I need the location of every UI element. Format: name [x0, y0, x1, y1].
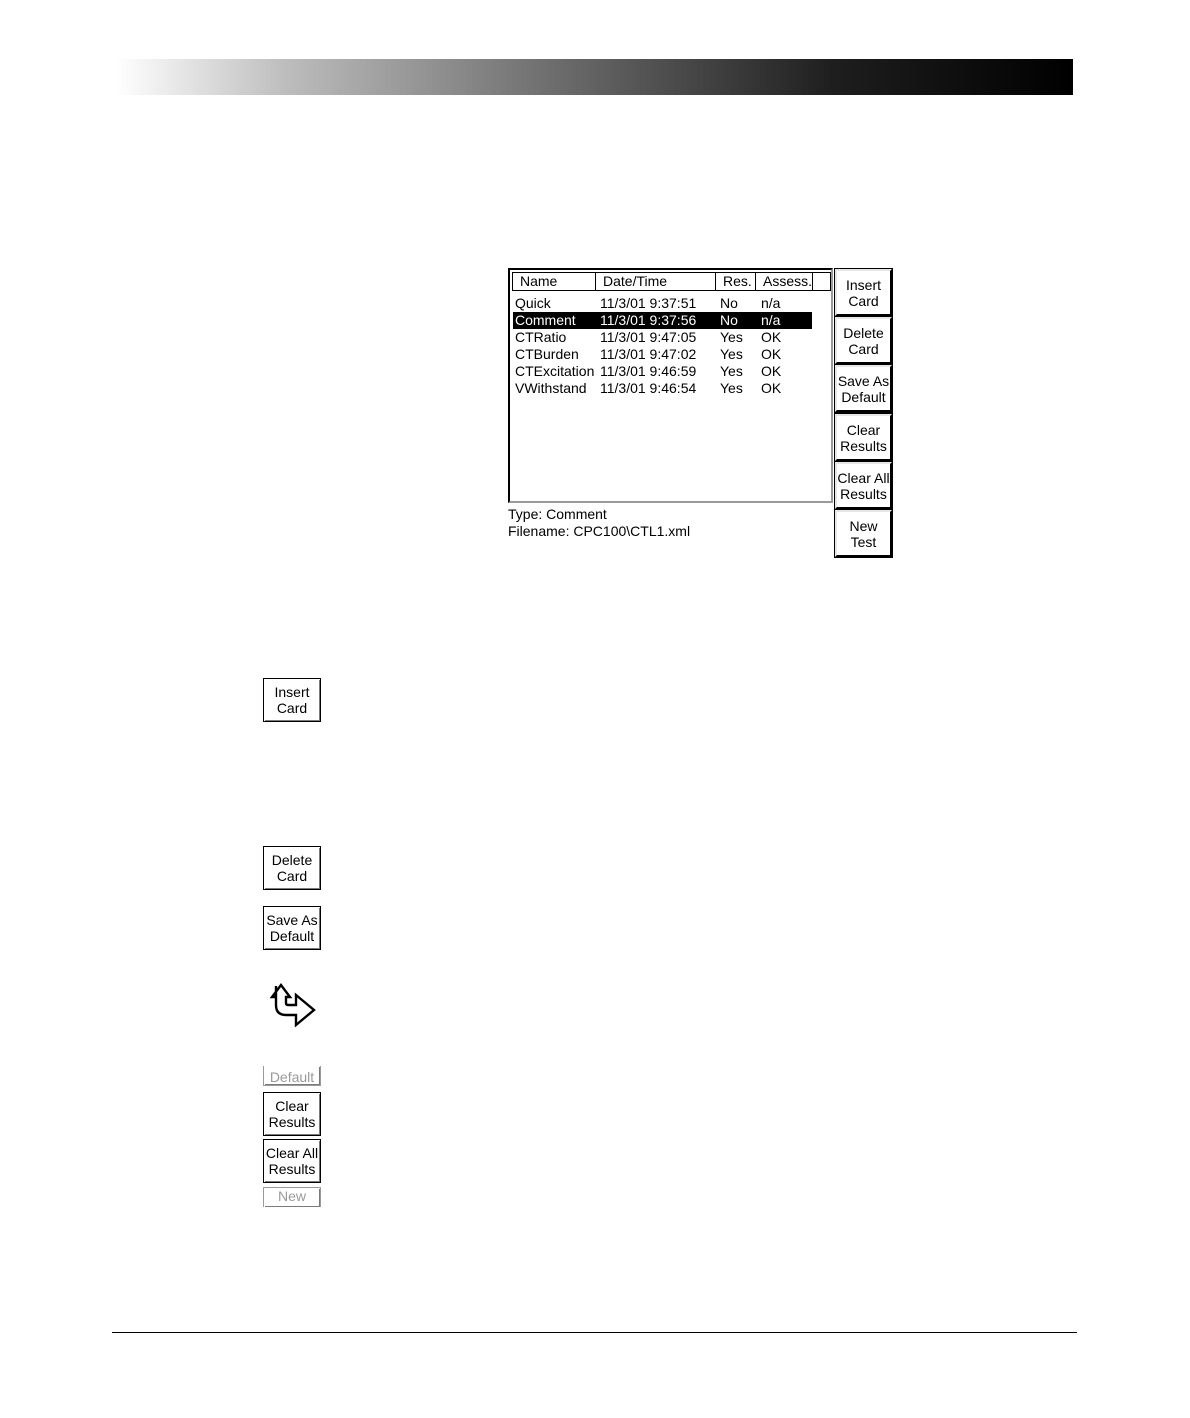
insert-card-button[interactable]: Insert Card	[834, 268, 893, 317]
clear-all-results-button-illustration: Clear All Results	[263, 1139, 321, 1183]
list-rows: Quick 11/3/01 9:37:51 No n/a Comment 11/…	[510, 295, 831, 397]
test-card-list[interactable]: Name Date/Time Res. Assess. Quick 11/3/0…	[508, 268, 833, 503]
clear-results-button[interactable]: Clear Results	[834, 413, 893, 462]
table-row[interactable]: VWithstand 11/3/01 9:46:54 Yes OK	[510, 380, 831, 397]
new-label: New	[277, 1188, 306, 1204]
clear-results-button-illustration: Clear Results	[263, 1092, 321, 1136]
cell-assess: OK	[761, 346, 782, 362]
hint-arrow-icon	[269, 983, 316, 1028]
clear-all-results-button[interactable]: Clear All Results	[834, 461, 893, 510]
cell-name: CTExcitation	[515, 363, 595, 379]
new-button-partial: New	[263, 1187, 321, 1207]
cell-datetime: 11/3/01 9:46:54	[600, 380, 697, 396]
column-header-assess[interactable]: Assess.	[755, 272, 813, 291]
cell-name: Comment	[515, 312, 576, 328]
clear-all-results-label: Clear All Results	[265, 1145, 319, 1177]
insert-card-label: Insert Card	[274, 684, 310, 716]
column-header-blank	[812, 272, 831, 291]
clear-all-results-label: Clear All Results	[837, 469, 890, 502]
cell-datetime: 11/3/01 9:37:51	[600, 295, 697, 311]
cell-res: Yes	[720, 329, 743, 345]
cell-name: CTRatio	[515, 329, 567, 345]
column-header-name[interactable]: Name	[512, 272, 596, 291]
new-test-button[interactable]: New Test	[834, 509, 893, 558]
cell-assess: OK	[761, 329, 782, 345]
cell-res: Yes	[720, 380, 743, 396]
default-button-partial: Default	[263, 1066, 321, 1086]
cell-assess: OK	[761, 380, 782, 396]
cell-assess: n/a	[761, 295, 781, 311]
cell-res: Yes	[720, 363, 743, 379]
save-as-default-button-illustration: Save As Default	[263, 906, 321, 950]
column-header-res[interactable]: Res.	[715, 272, 756, 291]
column-header-datetime[interactable]: Date/Time	[595, 272, 716, 291]
footer-rule	[112, 1332, 1077, 1333]
default-label: Default	[269, 1069, 315, 1085]
cell-assess: n/a	[761, 312, 781, 328]
save-as-default-button[interactable]: Save As Default	[834, 364, 893, 413]
filename-label: Filename: CPC100\CTL1.xml	[508, 523, 691, 539]
cell-name: Quick	[515, 295, 551, 311]
cell-res: No	[720, 312, 738, 328]
table-row-selected[interactable]: Comment 11/3/01 9:37:56 No n/a	[510, 312, 831, 329]
cell-assess: OK	[761, 363, 782, 379]
delete-card-label: Delete Card	[271, 852, 313, 884]
table-row[interactable]: CTExcitation 11/3/01 9:46:59 Yes OK	[510, 363, 831, 380]
delete-card-button-illustration: Delete Card	[263, 846, 321, 890]
clear-results-label: Clear Results	[268, 1098, 316, 1130]
list-header: Name Date/Time Res. Assess.	[510, 270, 831, 292]
cell-datetime: 11/3/01 9:37:56	[600, 312, 697, 328]
clear-results-label: Clear Results	[840, 421, 887, 454]
insert-card-label: Insert Card	[845, 276, 881, 309]
cell-name: VWithstand	[515, 380, 587, 396]
save-as-default-label: Save As Default	[266, 912, 318, 944]
table-row[interactable]: CTBurden 11/3/01 9:47:02 Yes OK	[510, 346, 831, 363]
type-label: Type: Comment	[508, 506, 607, 522]
cell-datetime: 11/3/01 9:47:05	[600, 329, 697, 345]
new-test-label: New Test	[849, 517, 878, 550]
delete-card-button[interactable]: Delete Card	[834, 316, 893, 365]
cell-name: CTBurden	[515, 346, 579, 362]
cell-datetime: 11/3/01 9:46:59	[600, 363, 697, 379]
delete-card-label: Delete Card	[843, 324, 884, 357]
header-gradient-bar	[116, 59, 1073, 95]
table-row[interactable]: CTRatio 11/3/01 9:47:05 Yes OK	[510, 329, 831, 346]
cell-res: Yes	[720, 346, 743, 362]
save-as-default-label: Save As Default	[837, 372, 890, 405]
table-row[interactable]: Quick 11/3/01 9:37:51 No n/a	[510, 295, 831, 312]
insert-card-button-illustration: Insert Card	[263, 678, 321, 722]
cell-datetime: 11/3/01 9:47:02	[600, 346, 697, 362]
cell-res: No	[720, 295, 738, 311]
